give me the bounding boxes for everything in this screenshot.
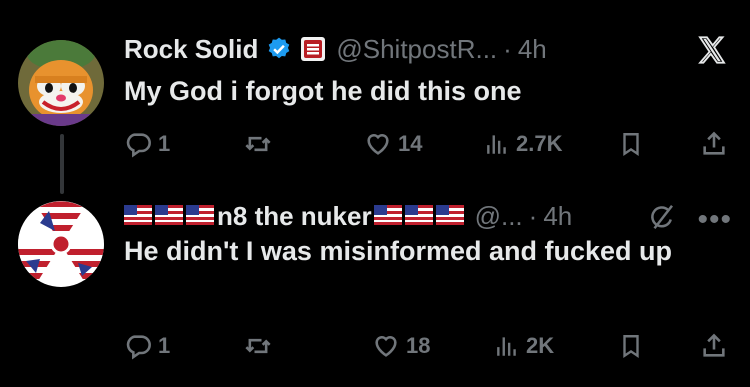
share-button[interactable] xyxy=(700,124,728,164)
like-icon xyxy=(375,336,397,357)
radiation-symbol-icon xyxy=(18,201,104,287)
user-handle[interactable]: @... xyxy=(475,201,523,231)
us-flag-icon xyxy=(124,201,152,231)
views-button[interactable]: 2.7K xyxy=(484,124,562,164)
display-name[interactable]: n8 the nuker xyxy=(217,201,372,231)
thread-connector-line xyxy=(60,134,64,194)
tweet-header: n8 the nuker @... · 4h xyxy=(124,201,572,231)
tweet-text: He didn't I was misinformed and fucked u… xyxy=(124,236,672,266)
us-flag-icon xyxy=(186,201,214,231)
timestamp[interactable]: 4h xyxy=(518,34,547,64)
like-button[interactable]: 14 xyxy=(364,124,422,164)
bookmark-button[interactable] xyxy=(618,124,644,164)
reply-count: 1 xyxy=(158,131,171,156)
us-flag-icon xyxy=(404,201,433,231)
joker-garfield-avatar-icon xyxy=(18,40,104,126)
us-flag-icon xyxy=(155,201,183,231)
timestamp[interactable]: 4h xyxy=(543,201,572,231)
reply-button[interactable]: 1 xyxy=(124,326,170,366)
share-button[interactable] xyxy=(700,326,728,366)
views-icon xyxy=(487,135,506,154)
tweet-text: My God i forgot he did this one xyxy=(124,76,522,106)
retweet-button[interactable] xyxy=(244,326,278,366)
us-flag-icon xyxy=(373,201,402,231)
reply-icon xyxy=(126,335,151,360)
like-button[interactable]: 18 xyxy=(372,326,430,366)
avatar-n8-the-nuker[interactable] xyxy=(18,201,104,287)
separator-dot: · xyxy=(503,34,512,64)
retweet-button[interactable] xyxy=(244,124,278,164)
share-icon xyxy=(703,131,725,155)
reply-button[interactable]: 1 xyxy=(124,124,170,164)
separator-dot: · xyxy=(528,201,538,231)
avatar-rock-solid[interactable] xyxy=(18,40,104,126)
views-count: 2.7K xyxy=(516,131,563,156)
views-button[interactable]: 2K xyxy=(494,326,554,366)
tweet-header: Rock Solid @ShitpostR... · 4h xyxy=(124,34,547,64)
tweet-n8-the-nuker[interactable]: n8 the nuker @... · 4h ••• He didn't I w… xyxy=(0,190,750,387)
retweet-icon xyxy=(245,136,271,152)
affiliate-badge-icon[interactable] xyxy=(300,36,326,62)
us-flag-icon xyxy=(435,201,464,231)
like-count: 18 xyxy=(406,333,431,358)
verified-badge-icon[interactable] xyxy=(266,36,292,62)
share-icon xyxy=(703,333,725,357)
tweet-rock-solid[interactable]: Rock Solid @ShitpostR... · 4h My God i f xyxy=(0,0,750,194)
views-icon xyxy=(497,337,516,356)
bookmark-button[interactable] xyxy=(618,326,644,366)
display-name[interactable]: Rock Solid xyxy=(124,34,258,64)
views-count: 2K xyxy=(526,333,555,358)
tweet-actions: 1 18 2K xyxy=(124,326,730,366)
x-logo-icon xyxy=(696,34,728,71)
like-count: 14 xyxy=(398,131,423,156)
bookmark-icon xyxy=(623,335,639,358)
reply-count: 1 xyxy=(158,333,171,358)
retweet-icon xyxy=(245,338,271,354)
user-handle[interactable]: @ShitpostR... xyxy=(336,34,497,64)
bookmark-icon xyxy=(623,133,639,156)
more-icon[interactable]: ••• xyxy=(697,204,732,234)
tweet-actions: 1 14 2.7K xyxy=(124,124,730,164)
like-icon xyxy=(367,134,389,155)
reply-icon xyxy=(126,133,151,158)
